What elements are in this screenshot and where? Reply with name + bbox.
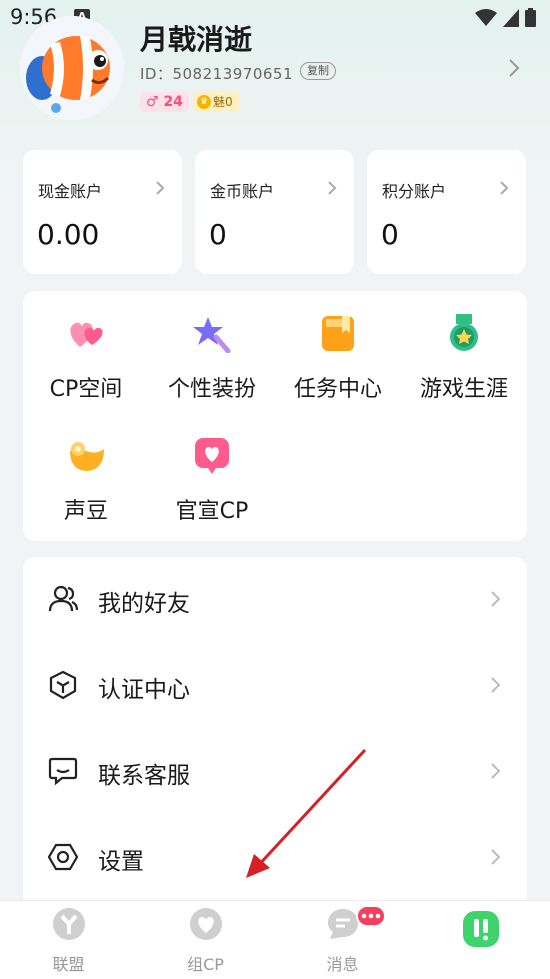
account-value: 0.00 — [37, 218, 100, 251]
feature-label: 任务中心 — [293, 377, 382, 402]
menu-label: 设置 — [98, 849, 144, 875]
user-id: ID：508213970651 — [140, 65, 293, 83]
avatar[interactable] — [20, 16, 124, 120]
unread-badge — [356, 905, 386, 927]
nav-label: 消息 — [326, 955, 359, 974]
menu-item-customer-service[interactable]: 联系客服 — [23, 729, 527, 815]
nav-form-cp[interactable]: 组CP — [137, 901, 274, 979]
heart-icon — [190, 908, 222, 940]
clipboard-icon — [322, 316, 354, 351]
status-icons — [475, 8, 536, 27]
feature-grid: CP空间 个性装扮 任务中心 游戏生涯 声豆 官宣CP — [23, 291, 527, 541]
heart-card-icon — [195, 438, 229, 474]
gear-icon — [48, 843, 78, 871]
chevron-right-icon — [491, 591, 501, 607]
feature-label: 游戏生涯 — [419, 377, 508, 402]
account-value: 0 — [381, 218, 399, 251]
message-icon — [328, 909, 358, 939]
chat-icon — [48, 757, 78, 786]
level-value: 24 — [163, 94, 183, 110]
bean-icon — [70, 442, 104, 471]
medal-icon — [450, 314, 478, 351]
feature-official-cp[interactable]: 官宣CP — [149, 413, 275, 524]
feature-label: 官宣CP — [175, 499, 249, 524]
feature-label: 个性装扮 — [167, 377, 256, 402]
more-dots-icon — [361, 913, 381, 919]
level-badge: ♂ 24 — [140, 92, 189, 112]
copy-id-button[interactable]: 复制 — [300, 62, 336, 80]
friends-icon — [48, 585, 78, 612]
alliance-icon — [53, 908, 85, 940]
clownfish-avatar-icon — [20, 16, 124, 120]
menu-label: 认证中心 — [98, 677, 190, 703]
chevron-right-icon — [491, 677, 501, 693]
chevron-right-icon — [328, 181, 337, 195]
bottom-nav: 联盟 组CP 消息 — [0, 900, 550, 979]
chevron-right-icon — [156, 181, 165, 195]
nav-label: 组CP — [187, 955, 224, 974]
nav-profile[interactable] — [411, 901, 548, 979]
feature-game-career[interactable]: 游戏生涯 — [401, 291, 527, 402]
account-title: 积分账户 — [382, 182, 447, 201]
menu-list: 我的好友 认证中心 联系客服 设置 — [23, 557, 527, 907]
points-account-card[interactable]: 积分账户 0 — [367, 150, 526, 274]
nav-alliance[interactable]: 联盟 — [0, 901, 137, 979]
menu-label: 我的好友 — [98, 591, 190, 617]
nav-messages[interactable]: 消息 — [274, 901, 411, 979]
menu-label: 联系客服 — [98, 763, 190, 789]
profile-chevron-icon[interactable] — [506, 58, 522, 78]
charm-value: 魅0 — [213, 95, 233, 109]
hearts-icon — [70, 322, 103, 347]
feature-sound-bean[interactable]: 声豆 — [23, 413, 149, 524]
chevron-right-icon — [500, 181, 509, 195]
username: 月戟消逝 — [140, 23, 253, 56]
chevron-right-icon — [491, 763, 501, 779]
menu-item-friends[interactable]: 我的好友 — [23, 557, 527, 643]
cash-account-card[interactable]: 现金账户 0.00 — [23, 150, 182, 274]
account-title: 金币账户 — [210, 182, 275, 201]
profile-icon — [463, 911, 499, 947]
account-title: 现金账户 — [38, 182, 103, 201]
feature-task-center[interactable]: 任务中心 — [275, 291, 401, 402]
battery-icon — [525, 8, 536, 27]
star-wand-icon — [193, 317, 231, 353]
coin-account-card[interactable]: 金币账户 0 — [195, 150, 354, 274]
signal-icon — [503, 8, 519, 27]
menu-item-verification[interactable]: 认证中心 — [23, 643, 527, 729]
feature-label: CP空间 — [49, 377, 123, 402]
account-value: 0 — [209, 218, 227, 251]
crown-icon: ♛ — [197, 95, 211, 109]
level-icon: ♂ — [146, 94, 159, 110]
feature-label: 声豆 — [63, 499, 108, 524]
wifi-icon — [475, 8, 497, 26]
shield-icon — [49, 670, 77, 700]
feature-dress-up[interactable]: 个性装扮 — [149, 291, 275, 402]
nav-label: 联盟 — [52, 955, 85, 974]
chevron-right-icon — [491, 849, 501, 865]
charm-badge: ♛ 魅0 — [193, 92, 239, 112]
menu-item-settings[interactable]: 设置 — [23, 815, 527, 901]
feature-cp-space[interactable]: CP空间 — [23, 291, 149, 402]
